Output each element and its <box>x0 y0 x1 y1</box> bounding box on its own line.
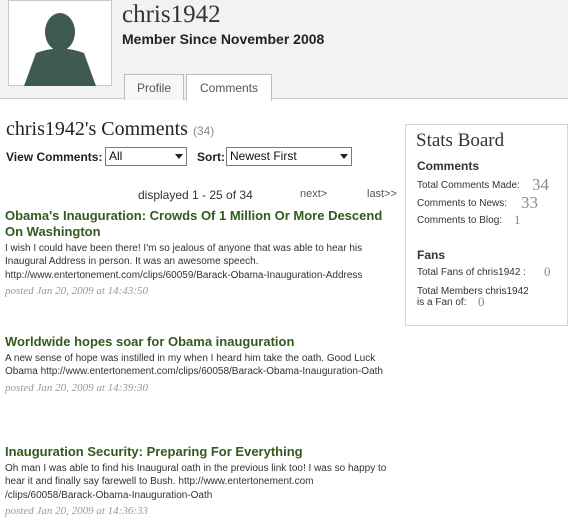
pager-last-link[interactable]: last>> <box>367 188 397 200</box>
stat-member-is-fan-label-line2[interactable]: is a Fan of: <box>417 297 529 308</box>
chevron-down-icon <box>175 154 183 159</box>
comments-heading: chris1942's Comments (34) <box>6 118 214 141</box>
comment-title-link[interactable]: Obama's Inauguration: Crowds Of 1 Millio… <box>5 208 401 240</box>
stat-total-fans-label[interactable]: Total Fans of chris1942 : <box>417 267 526 278</box>
view-comments-value: All <box>109 149 123 163</box>
sort-value: Newest First <box>230 149 297 163</box>
stat-total-fans: Total Fans of chris1942 : <box>417 267 526 278</box>
pager-info: displayed 1 - 25 of 34 <box>138 188 253 202</box>
stats-board: Stats Board Comments Total Comments Made… <box>405 124 568 326</box>
stat-comments-news-label[interactable]: Comments to News: <box>417 198 507 209</box>
stats-board-title: Stats Board <box>416 130 505 151</box>
member-since-text: Member Since November 2008 <box>122 31 325 47</box>
stat-comments-news-value: 33 <box>521 193 538 212</box>
comment-title-link[interactable]: Worldwide hopes soar for Obama inaugurat… <box>5 334 401 350</box>
view-comments-select[interactable]: All <box>105 147 187 166</box>
stat-member-is-fan: Total Members chris1942 is a Fan of: <box>417 286 529 308</box>
tab-comments[interactable]: Comments <box>186 74 272 101</box>
user-silhouette-icon <box>24 13 96 86</box>
stats-comments-heading: Comments <box>417 159 480 173</box>
stat-total-fans-value: 0 <box>544 264 551 279</box>
stat-total-comments-label[interactable]: Total Comments Made: <box>417 180 520 191</box>
profile-username: chris1942 <box>122 1 221 28</box>
stat-comments-blog: Comments to Blog: <box>417 215 502 226</box>
comment-item: Inauguration Security: Preparing For Eve… <box>5 444 401 517</box>
comment-date: posted Jan 20, 2009 at 14:43:50 <box>5 284 148 297</box>
stat-total-comments-value: 34 <box>532 175 549 194</box>
avatar <box>8 0 112 86</box>
comment-title-link[interactable]: Inauguration Security: Preparing For Eve… <box>5 444 401 460</box>
sort-label: Sort: <box>197 150 225 164</box>
pager-next-link[interactable]: next> <box>300 188 327 200</box>
comment-date: posted Jan 20, 2009 at 14:39:30 <box>5 381 148 394</box>
stats-fans-heading: Fans <box>417 248 446 262</box>
stat-member-is-fan-label-line1[interactable]: Total Members chris1942 <box>417 286 529 297</box>
stat-comments-blog-value: 1 <box>514 212 521 227</box>
comment-body: A new sense of hope was instilled in my … <box>5 353 383 378</box>
comment-item: Obama's Inauguration: Crowds Of 1 Millio… <box>5 208 401 297</box>
tab-profile[interactable]: Profile <box>124 74 184 100</box>
stat-total-comments: Total Comments Made: <box>417 180 520 191</box>
comments-heading-text: chris1942's Comments <box>6 118 188 140</box>
stat-comments-news: Comments to News: <box>417 198 507 209</box>
chevron-down-icon <box>340 154 348 159</box>
comment-date: posted Jan 20, 2009 at 14:36:33 <box>5 504 148 517</box>
stat-member-is-fan-value: 0 <box>478 294 485 309</box>
view-comments-label: View Comments: <box>6 150 103 164</box>
comment-body: I wish I could have been there! I'm so j… <box>5 243 363 281</box>
comment-item: Worldwide hopes soar for Obama inaugurat… <box>5 334 401 394</box>
sort-select[interactable]: Newest First <box>226 147 352 166</box>
comments-count: (34) <box>192 124 215 138</box>
stat-comments-blog-label[interactable]: Comments to Blog: <box>417 215 502 226</box>
comment-body: Oh man I was able to find his Inaugural … <box>5 463 387 501</box>
